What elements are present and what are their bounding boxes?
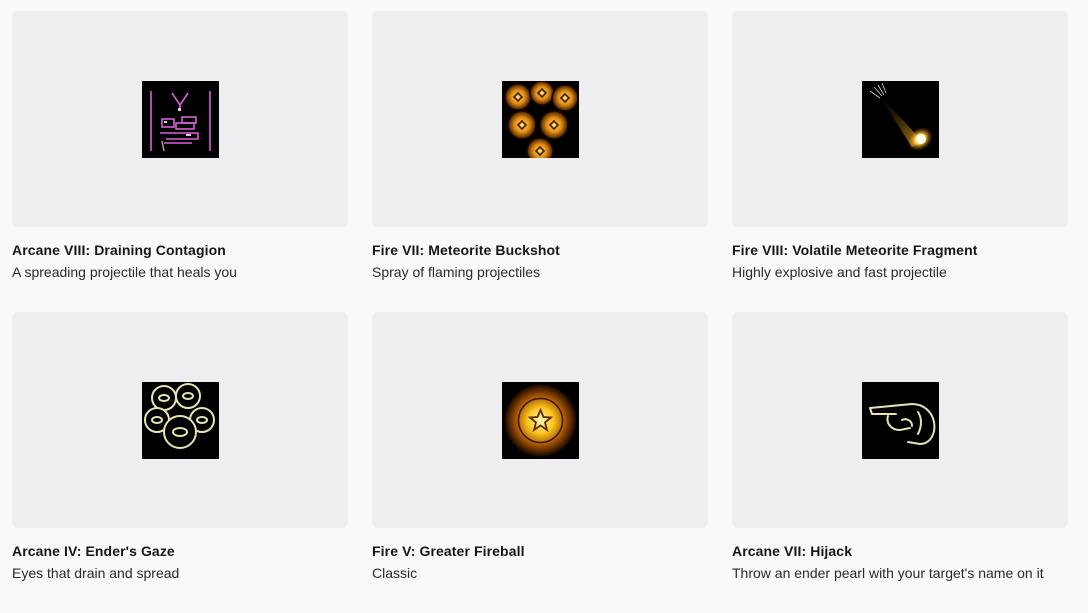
spell-card-meteorite-fragment[interactable]: Fire VIII: Volatile Meteorite Fragment H… <box>732 11 1068 312</box>
spell-grid: Arcane VIII: Draining Contagion A spread… <box>12 11 1068 613</box>
spell-card-draining-contagion[interactable]: Arcane VIII: Draining Contagion A spread… <box>12 11 348 312</box>
spell-description: Highly explosive and fast projectile <box>732 264 947 280</box>
spell-title: Arcane IV: Ender's Gaze <box>12 543 175 559</box>
spell-title: Fire VII: Meteorite Buckshot <box>372 242 560 258</box>
meteorite-fragment-icon <box>861 80 939 158</box>
meteorite-buckshot-icon <box>501 80 579 158</box>
spell-card-meteorite-buckshot[interactable]: Fire VII: Meteorite Buckshot Spray of fl… <box>372 11 708 312</box>
enders-gaze-icon <box>141 381 219 459</box>
spell-thumbnail <box>732 11 1068 227</box>
draining-contagion-icon <box>141 80 219 158</box>
spell-description: A spreading projectile that heals you <box>12 264 237 280</box>
spell-thumbnail <box>372 312 708 528</box>
spell-thumbnail <box>372 11 708 227</box>
spell-description: Spray of flaming projectiles <box>372 264 541 280</box>
spell-title: Arcane VII: Hijack <box>732 543 853 559</box>
spell-card-enders-gaze[interactable]: Arcane IV: Ender's Gaze Eyes that drain … <box>12 312 348 613</box>
spell-description: Throw an ender pearl with your target's … <box>732 565 1044 581</box>
spell-thumbnail <box>12 312 348 528</box>
hijack-icon <box>861 381 939 459</box>
greater-fireball-icon <box>501 381 579 459</box>
spell-thumbnail <box>732 312 1068 528</box>
spell-title: Arcane VIII: Draining Contagion <box>12 242 226 258</box>
spell-title: Fire V: Greater Fireball <box>372 543 525 559</box>
spell-card-greater-fireball[interactable]: Fire V: Greater Fireball Classic <box>372 312 708 613</box>
spell-card-hijack[interactable]: Arcane VII: Hijack Throw an ender pearl … <box>732 312 1068 613</box>
spell-thumbnail <box>12 11 348 227</box>
spell-description: Eyes that drain and spread <box>12 565 180 581</box>
spell-description: Classic <box>372 565 418 581</box>
spell-title: Fire VIII: Volatile Meteorite Fragment <box>732 242 978 258</box>
